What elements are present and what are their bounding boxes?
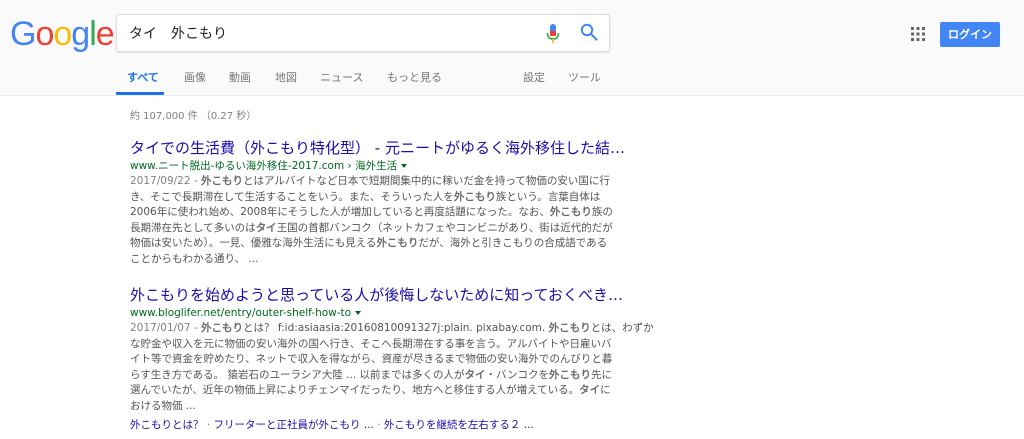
result-url-text: www.ニート脱出-ゆるい海外移住-2017.com › 海外生活 [130, 160, 398, 172]
result-stats: 約 107,000 件 （0.27 秒） [130, 111, 257, 122]
result-url: www.bloglifer.net/entry/outer-shelf-how-… [130, 305, 600, 321]
search-box[interactable] [116, 14, 610, 52]
tab-settings[interactable]: 設定 [523, 69, 545, 85]
logo-letter: G [10, 15, 36, 53]
snippet-text: イト等で資金を貯めたり、ネットで収入を得ながら、資産が尽きるまで物価の安い海外で… [130, 353, 613, 365]
snippet-line: らす生き方である。 猿岩石のユーラシア大陸 ... 以前までは多くの人がタイ・バ… [130, 368, 612, 384]
snippet-text: な貯金や収入を元に物価の安い海外の国へ行き、そこへ長期滞在する事を言う。アルバイ… [130, 337, 612, 350]
logo-letter: g [71, 15, 90, 53]
result-sitelinks: 外こもりとは？ · フリーターと正社員が外こもり ... · 外こもりを継続を左… [130, 417, 600, 433]
snippet-highlight: 外こもり [549, 368, 592, 381]
tab-videos[interactable]: 動画 [229, 69, 251, 85]
sitelink[interactable]: 外こもりとは？ [130, 419, 204, 431]
logo-letter: e [95, 15, 115, 53]
result-snippet: 2017/09/22 - 外こもりとはアルバイトなど日本で短期間集中的に稼いだ金… [130, 174, 613, 268]
snippet-line: 選んでいたが、近年の物価上昇によりチェンマイだったり、地方へと移住する人が増えて… [130, 383, 611, 399]
tab-all[interactable]: すべて [127, 69, 159, 85]
url-dropdown-arrow-icon[interactable] [355, 311, 362, 315]
tab-more[interactable]: もっと見る [387, 69, 442, 85]
sitelink-separator: · [203, 419, 214, 431]
snippet-line: 2017/09/22 - 外こもりとはアルバイトなど日本で短期間集中的に稼いだ金… [130, 174, 610, 190]
result-url-text: www.bloglifer.net/entry/outer-shelf-how-… [130, 307, 352, 319]
logo-letter: o [35, 15, 54, 53]
snippet-text: とは？ f:id:asiaasia:20160810091327j:plain.… [242, 322, 549, 334]
snippet-text: 長期滞在先として多いのは [130, 221, 256, 234]
snippet-line: イト等で資金を貯めたり、ネットで収入を得ながら、資産が尽きるまで物価の安い海外で… [130, 352, 612, 368]
snippet-highlight: 外こもり [376, 237, 419, 249]
tab-tools[interactable]: ツール [568, 69, 601, 85]
active-tab-indicator [116, 92, 164, 95]
snippet-line: おける物価 ... [130, 399, 600, 415]
snippet-highlight: 外こもり [200, 322, 243, 334]
snippet-highlight: タイ [464, 368, 486, 381]
snippet-highlight: タイ [255, 221, 277, 234]
snippet-text: 先に [591, 368, 613, 381]
snippet-text: き、そこで長期滞在して生活することをいう。また、そういった人を [130, 190, 454, 203]
url-dropdown-arrow-icon[interactable] [401, 164, 408, 168]
sitelink[interactable]: フリーターと正社員が外こもり ... [214, 419, 374, 431]
snippet-text: だが、海外と引きこもりの合成語である [418, 237, 608, 249]
snippet-highlight: 外こもり [200, 175, 243, 187]
result-title-link[interactable]: タイでの生活費（外こもり特化型） - 元ニートがゆるく海外移住した結… [130, 138, 625, 158]
result-date: 2017/09/22 - [130, 175, 201, 187]
search-result: タイでの生活費（外こもり特化型） - 元ニートがゆるく海外移住した結… www.… [130, 138, 625, 268]
snippet-text: 王国の首都バンコク（ネットカフェやコンビニがあり、街は近代的だが [276, 221, 613, 234]
snippet-text: ・バンコクを [485, 368, 550, 381]
snippet-text: とはアルバイトなど日本で短期間集中的に稼いだ金を持って物価の安い国に行 [242, 175, 610, 187]
apps-grid-icon[interactable] [911, 27, 925, 41]
snippet-line: 2017/01/07 - 外こもりとは？ f:id:asiaasia:20160… [130, 321, 654, 337]
login-button[interactable]: ログイン [940, 22, 1000, 47]
snippet-line: ことからもわかる通り、 ... [130, 252, 600, 268]
tab-maps[interactable]: 地図 [275, 69, 297, 85]
google-logo[interactable]: Google [10, 15, 115, 53]
tab-news[interactable]: ニュース [320, 69, 363, 85]
header-bar: Google ログイン すべて 画像 動画 地図 ニュース もっと見る 設定 ツ… [0, 0, 1024, 96]
snippet-line: 物価は安いため）。一見、優雅な海外生活にも見える外こもりだが、海外と引きこもりの… [130, 236, 607, 252]
result-title-link[interactable]: 外こもりを始めようと思っている人が後悔しないために知っておくべき… [130, 285, 623, 305]
snippet-highlight: 外こもり [549, 206, 592, 218]
snippet-highlight: 外こもり [453, 190, 496, 203]
search-icon[interactable] [580, 23, 598, 41]
snippet-text: 選んでいたが、近年の物価上昇によりチェンマイだったり、地方へと移住する人が増えて… [130, 384, 580, 396]
snippet-line: な貯金や収入を元に物価の安い海外の国へ行き、そこへ長期滞在する事を言う。アルバイ… [130, 337, 612, 353]
snippet-text: 族の [591, 206, 613, 218]
snippet-highlight: タイ [579, 384, 601, 396]
snippet-line: 2006年に使われ始め、2008年にそうした人が増加していると再度話題になった。… [130, 205, 613, 221]
snippet-text: 物価は安いため）。一見、優雅な海外生活にも見える [130, 237, 377, 249]
mic-icon[interactable] [546, 24, 560, 44]
snippet-text: らす生き方である。 猿岩石のユーラシア大陸 ... 以前までは多くの人が [130, 368, 465, 381]
sitelink[interactable]: 外こもりを継続を左右する２ ... [384, 419, 534, 431]
snippet-text: おける物価 ... [130, 399, 196, 412]
tab-images[interactable]: 画像 [184, 69, 206, 85]
snippet-text: ことからもわかる通り、 ... [130, 252, 259, 265]
snippet-text: に [600, 384, 611, 396]
search-result: 外こもりを始めようと思っている人が後悔しないために知っておくべき… www.bl… [130, 285, 654, 433]
snippet-text: とは、わずか [590, 322, 654, 334]
snippet-highlight: 外こもり [548, 322, 591, 334]
result-snippet: 2017/01/07 - 外こもりとは？ f:id:asiaasia:20160… [130, 321, 654, 415]
snippet-text: 族という。言葉自体は [495, 190, 601, 203]
result-date: 2017/01/07 - [130, 322, 201, 334]
result-url: www.ニート脱出-ゆるい海外移住-2017.com › 海外生活 [130, 158, 600, 174]
logo-letter: o [53, 15, 72, 53]
sitelink-separator: · [373, 419, 384, 431]
snippet-line: き、そこで長期滞在して生活することをいう。また、そういった人を外こもり族という。… [130, 190, 600, 206]
snippet-line: 長期滞在先として多いのはタイ王国の首都バンコク（ネットカフェやコンビニがあり、街… [130, 221, 613, 237]
search-input[interactable] [129, 15, 529, 51]
snippet-text: 2006年に使われ始め、2008年にそうした人が増加していると再度話題になった。… [130, 206, 550, 218]
